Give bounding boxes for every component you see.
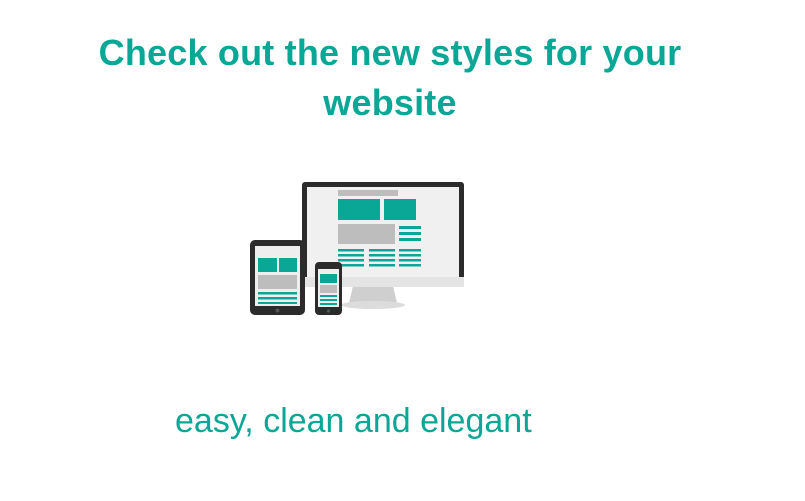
monitor-line [338, 259, 364, 262]
monitor-line [399, 264, 421, 267]
monitor-line [338, 249, 364, 252]
monitor-stand [349, 286, 397, 303]
phone-block [320, 274, 337, 283]
monitor-line [399, 254, 421, 257]
monitor-block [338, 199, 380, 220]
tablet-line [258, 292, 297, 295]
phone-line [320, 299, 337, 301]
tablet-block [258, 258, 277, 272]
page-tagline: easy, clean and elegant [175, 402, 532, 440]
monitor-line [399, 259, 421, 262]
page-headline: Check out the new styles for your websit… [98, 32, 682, 123]
phone-block [320, 285, 337, 293]
phone-line [320, 295, 337, 297]
phone-line [320, 303, 337, 305]
monitor-line [369, 259, 395, 262]
tablet-home-button [275, 308, 280, 313]
monitor-header-bar [338, 190, 398, 196]
monitor-line [369, 254, 395, 257]
monitor-line [399, 232, 421, 235]
tablet-line [258, 302, 297, 304]
tablet-line [258, 297, 297, 300]
responsive-devices-icon [250, 182, 464, 315]
monitor-base [341, 301, 405, 309]
monitor-line [369, 264, 395, 267]
monitor-line [399, 238, 421, 241]
monitor-line [338, 254, 364, 257]
monitor-block [338, 224, 395, 244]
monitor-block [384, 199, 416, 220]
phone-home-button [326, 309, 331, 313]
monitor-line [399, 226, 421, 229]
tablet-block [279, 258, 297, 272]
monitor-line [369, 249, 395, 252]
tablet-block [258, 275, 297, 289]
monitor-line [399, 249, 421, 252]
